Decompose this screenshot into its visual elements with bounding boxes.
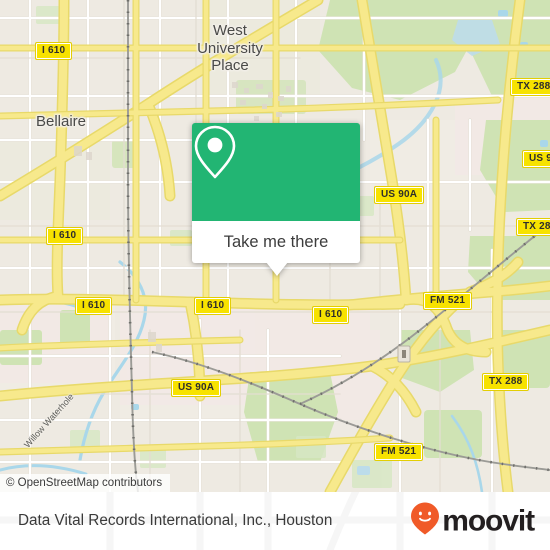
moovit-brand[interactable]: moovit [410,502,535,541]
shield-tx-288-southeast[interactable]: TX 288 [481,373,530,391]
map-canvas[interactable]: .mj{stroke:#f7e98c;stroke-linecap:round;… [0,0,550,492]
popup-tail [266,262,288,276]
shield-i-610-west[interactable]: I 610 [45,227,84,245]
location-popup[interactable]: Take me there [192,123,360,276]
shield-i-610-southwest[interactable]: I 610 [74,297,113,315]
map-screenshot: .mj{stroke:#f7e98c;stroke-linecap:round;… [0,0,550,550]
popup-header [192,123,360,221]
shield-i-610-northwest[interactable]: I 610 [34,42,73,60]
page-title: Data Vital Records International, Inc., … [18,512,333,529]
shield-us-90-east-edge[interactable]: US 9 [521,150,550,168]
footer-bar: Data Vital Records International, Inc., … [0,492,550,550]
moovit-wordmark: moovit [442,504,535,537]
shield-tx-288-east[interactable]: TX 288 [515,218,550,236]
moovit-smiley-pin-icon [410,502,440,541]
shield-fm-521-east[interactable]: FM 521 [422,292,473,310]
shield-us-90a-southwest[interactable]: US 90A [170,379,222,397]
shield-i-610-south-east[interactable]: I 610 [311,306,350,324]
osm-attribution[interactable]: © OpenStreetMap contributors [0,474,171,492]
shield-i-610-south-center[interactable]: I 610 [193,297,232,315]
shield-tx-288-northeast[interactable]: TX 288 [509,78,550,96]
shield-fm-521-south[interactable]: FM 521 [373,443,424,461]
shield-us-90a-center[interactable]: US 90A [373,186,425,204]
poi-marker-icon [397,345,411,363]
take-me-there-button[interactable]: Take me there [192,221,360,263]
